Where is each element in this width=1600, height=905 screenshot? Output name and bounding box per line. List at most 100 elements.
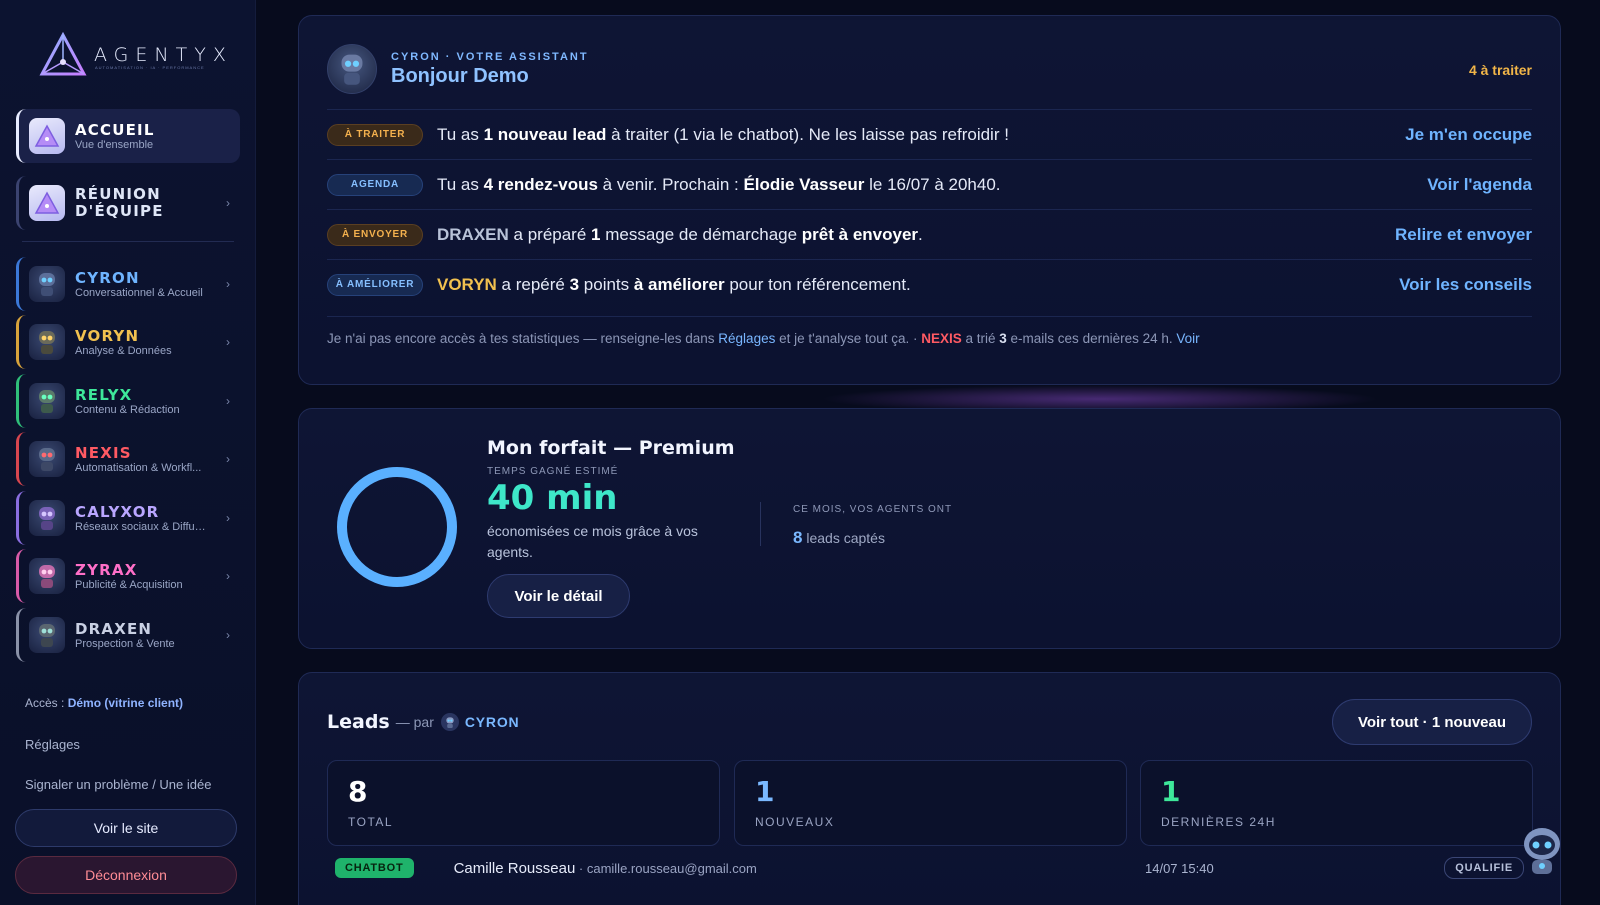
plan-kicker: TEMPS GAGNÉ ESTIMÉ [487, 466, 619, 477]
robot-avatar-icon [29, 558, 65, 594]
chevron-right-icon: › [226, 569, 230, 583]
sidebar-item-sublabel: Analyse & Données [75, 344, 172, 357]
kpi-value: 1 [1161, 775, 1181, 808]
brand-tagline: AUTOMATISATION · IA · PERFORMANCE [95, 65, 205, 70]
stats-note: Je n'ai pas encore accès à tes statistiq… [327, 316, 1532, 346]
sidebar-item-sublabel: Publicité & Acquisition [75, 578, 183, 591]
table-row[interactable]: CHATBOT Camille Rousseau · camille.rouss… [327, 855, 1532, 881]
sidebar-item-label: RELYX [75, 385, 133, 404]
leads-agent[interactable]: CYRON [465, 714, 520, 730]
meeting-avatar-icon [29, 185, 65, 221]
sidebar-item-label: ACCUEIL [75, 120, 155, 139]
sidebar-item-label: VORYN [75, 326, 140, 345]
status-badge: À AMÉLIORER [327, 273, 423, 296]
view-all-leads-button[interactable]: Voir tout · 1 nouveau [1332, 699, 1532, 745]
sidebar-item-zyrax[interactable]: ZYRAX Publicité & Acquisition › [16, 549, 240, 603]
sidebar-item-label-line2: D'ÉQUIPE [75, 202, 164, 220]
chevron-right-icon: › [226, 628, 230, 642]
sidebar-item-reunion[interactable]: RÉUNION D'ÉQUIPE › [16, 176, 240, 230]
sidebar-item-sublabel: Réseaux sociaux & Diffusi... [75, 520, 211, 533]
assistant-header: CYRON · VOTRE ASSISTANT Bonjour Demo [327, 44, 589, 94]
task-action-link[interactable]: Voir l'agenda [1427, 175, 1532, 195]
assistant-card: CYRON · VOTRE ASSISTANT Bonjour Demo 4 à… [298, 15, 1561, 385]
status-badge: À ENVOYER [327, 223, 423, 246]
sidebar-item-calyxor[interactable]: CALYXOR Réseaux sociaux & Diffusi... › [16, 491, 240, 545]
plan-description: économisées ce mois grâce à vos agents. [487, 523, 698, 560]
task-row: À TRAITER Tu as 1 nouveau lead à traiter… [327, 109, 1532, 159]
kpi-label: NOUVEAUX [755, 815, 835, 829]
view-emails-link[interactable]: Voir [1176, 331, 1199, 346]
sidebar: AGENTYX AUTOMATISATION · IA · PERFORMANC… [0, 0, 256, 905]
divider [760, 502, 761, 546]
chevron-right-icon: › [226, 452, 230, 466]
chevron-right-icon: › [226, 196, 230, 210]
robot-avatar-icon [29, 441, 65, 477]
chevron-right-icon: › [226, 277, 230, 291]
access-label: Accès : [25, 696, 68, 710]
robot-avatar-icon [29, 324, 65, 360]
robot-mini-icon [440, 713, 459, 731]
sidebar-item-label: RÉUNION [75, 185, 161, 203]
sidebar-item-sublabel: Contenu & Rédaction [75, 403, 180, 416]
chevron-right-icon: › [226, 394, 230, 408]
divider [22, 241, 234, 242]
sidebar-item-label: DRAXEN [75, 619, 153, 638]
sidebar-item-sublabel: Conversationnel & Accueil [75, 286, 203, 299]
status-badge: AGENDA [327, 173, 423, 196]
access-value[interactable]: Démo (vitrine client) [68, 696, 183, 710]
sidebar-item-sublabel: Automatisation & Workfl... [75, 461, 202, 474]
kpi-new: 1 NOUVEAUX [734, 760, 1127, 846]
task-text: VORYN a repéré 3 points à améliorer pour… [437, 274, 911, 294]
lead-date: 14/07 15:40 [1145, 860, 1214, 876]
sidebar-item-label: CYRON [75, 268, 140, 287]
assistant-kicker: CYRON · VOTRE ASSISTANT [391, 50, 589, 63]
sidebar-item-label: CALYXOR [75, 502, 160, 521]
sidebar-item-cyron[interactable]: CYRON Conversationnel & Accueil › [16, 257, 240, 311]
home-avatar-icon [29, 118, 65, 154]
time-saved-ring [337, 467, 457, 587]
chatbot-launcher-icon[interactable] [1512, 820, 1572, 885]
task-text: Tu as 1 nouveau lead à traiter (1 via le… [437, 124, 1009, 144]
sidebar-item-draxen[interactable]: DRAXEN Prospection & Vente › [16, 608, 240, 662]
sidebar-item-relyx[interactable]: RELYX Contenu & Rédaction › [16, 374, 240, 428]
leads-captured: 8 leads captés [793, 528, 885, 547]
chevron-right-icon: › [226, 511, 230, 525]
kpi-label: TOTAL [348, 815, 394, 829]
task-row: À AMÉLIORER VORYN a repéré 3 points à am… [327, 259, 1532, 309]
leads-title: Leads [327, 711, 390, 733]
status-badge: À TRAITER [327, 123, 423, 146]
task-text: Tu as 4 rendez-vous à venir. Prochain : … [437, 174, 1001, 194]
robot-avatar-icon [29, 617, 65, 653]
robot-avatar-icon [29, 383, 65, 419]
lead-source-badge: CHATBOT [335, 858, 414, 878]
triangle-logo-icon [39, 32, 87, 76]
leads-header: Leads — par CYRON [327, 711, 519, 733]
leads-card: Leads — par CYRON Voir tout · 1 nouveau … [298, 672, 1561, 905]
kpi-total: 8 TOTAL [327, 760, 720, 846]
logout-button[interactable]: Déconnexion [15, 856, 237, 894]
settings-link[interactable]: Réglages [25, 737, 80, 752]
brand-name: AGENTYX [94, 44, 233, 66]
view-site-button[interactable]: Voir le site [15, 809, 237, 847]
sidebar-item-label: NEXIS [75, 443, 132, 462]
lead-email: · camille.rousseau@gmail.com [575, 860, 757, 876]
sidebar-item-nexis[interactable]: NEXIS Automatisation & Workfl... › [16, 432, 240, 486]
report-issue-link[interactable]: Signaler un problème / Une idée [25, 777, 211, 792]
kpi-value: 1 [755, 775, 775, 808]
sidebar-item-accueil[interactable]: ACCUEIL Vue d'ensemble [16, 109, 240, 163]
robot-avatar-icon [327, 44, 377, 94]
task-action-link[interactable]: Voir les conseils [1399, 275, 1532, 295]
sidebar-item-voryn[interactable]: VORYN Analyse & Données › [16, 315, 240, 369]
brand-logo[interactable]: AGENTYX AUTOMATISATION · IA · PERFORMANC… [38, 32, 228, 78]
access-info: Accès : Démo (vitrine client) [25, 696, 183, 710]
pending-count: 4 à traiter [1468, 62, 1532, 78]
greeting-title: Bonjour Demo [391, 64, 529, 87]
task-action-link[interactable]: Relire et envoyer [1395, 225, 1532, 245]
settings-inline-link[interactable]: Réglages [718, 331, 775, 346]
task-row: À ENVOYER DRAXEN a préparé 1 message de … [327, 209, 1532, 259]
view-detail-button[interactable]: Voir le détail [487, 574, 630, 618]
sidebar-item-sublabel: Prospection & Vente [75, 637, 175, 650]
kpi-value: 8 [348, 775, 368, 808]
task-action-link[interactable]: Je m'en occupe [1405, 125, 1532, 145]
month-kicker: CE MOIS, VOS AGENTS ONT [793, 504, 953, 515]
